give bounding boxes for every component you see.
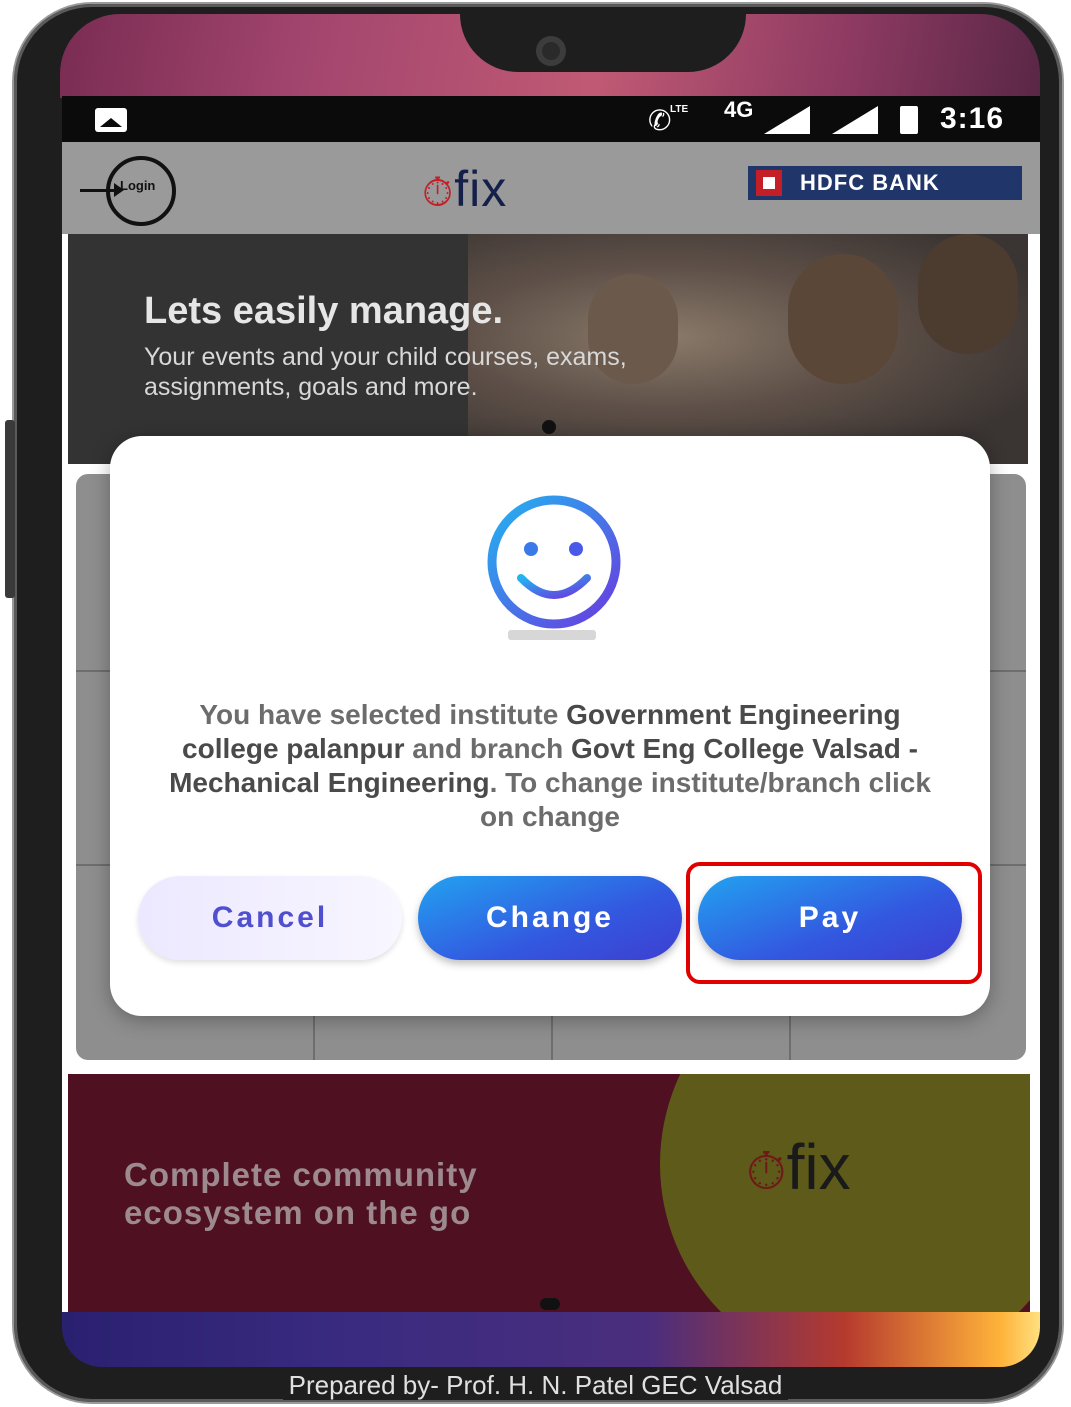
smiley-shadow	[508, 630, 596, 640]
network-type: 4G	[724, 97, 754, 122]
phone-notch	[460, 14, 746, 72]
signal-icon-2	[832, 106, 878, 134]
status-bar: ✆ LTE 4G 3:16	[62, 96, 1040, 142]
home-indicator	[540, 1298, 560, 1310]
gallery-notification-icon	[95, 108, 127, 132]
banner-subtitle: Your events and your child courses, exam…	[144, 343, 627, 401]
lte-label: LTE	[670, 104, 689, 115]
battery-icon	[900, 106, 918, 134]
arrow-right-icon	[80, 183, 124, 197]
promo-logo-text: fix	[786, 1131, 851, 1203]
credit-text: Prepared by- Prof. H. N. Patel GEC Valsa…	[282, 1370, 789, 1400]
hdfc-mark-icon	[756, 170, 782, 196]
login-button[interactable]: Login	[80, 156, 186, 226]
app-logo-text: fix	[454, 161, 508, 217]
app-logo: ⏱fix	[422, 160, 507, 218]
cancel-button[interactable]: Cancel	[138, 876, 402, 960]
promo-text: Complete community ecosystem on the go	[124, 1156, 478, 1232]
pay-button-highlight	[686, 862, 982, 984]
signal-icon	[764, 106, 810, 134]
msg-part3: . To change institute/branch click on ch…	[479, 767, 931, 832]
promo-text-line1: Complete community	[124, 1156, 478, 1193]
stopwatch-icon: ⏱	[422, 171, 455, 215]
dialog-message: You have selected institute Government E…	[150, 698, 950, 834]
msg-part2: and branch	[404, 733, 571, 764]
login-label: Login	[120, 178, 156, 193]
status-time: 3:16	[940, 102, 1005, 135]
hdfc-bank-logo: HDFC BANK	[748, 166, 1022, 200]
phone-side-button	[5, 420, 15, 598]
phone-screen: ✆ LTE 4G 3:16 Login ⏱fix HDFC BANK Lets …	[62, 96, 1040, 1312]
promo-text-line2: ecosystem on the go	[124, 1194, 472, 1231]
app-header: Login ⏱fix HDFC BANK	[62, 142, 1040, 234]
carousel-indicator	[542, 420, 556, 434]
promo-logo: ⏱fix	[746, 1130, 851, 1204]
banner-title: Lets easily manage.	[144, 290, 504, 332]
change-button[interactable]: Change	[418, 876, 682, 960]
bank-name: HDFC BANK	[800, 170, 940, 195]
phone-bottom-bezel	[62, 1312, 1040, 1367]
stopwatch-icon: ⏱	[746, 1143, 787, 1201]
promo-banner[interactable]: ⏱fix Complete community ecosystem on the…	[68, 1074, 1030, 1312]
hero-banner[interactable]: Lets easily manage. Your events and your…	[68, 234, 1028, 464]
call-icon: ✆	[648, 105, 672, 136]
smiley-icon	[487, 495, 621, 629]
camera-icon	[536, 36, 566, 66]
msg-part1: You have selected institute	[199, 699, 567, 730]
footer-credit: Prepared by- Prof. H. N. Patel GEC Valsa…	[0, 1368, 1071, 1402]
